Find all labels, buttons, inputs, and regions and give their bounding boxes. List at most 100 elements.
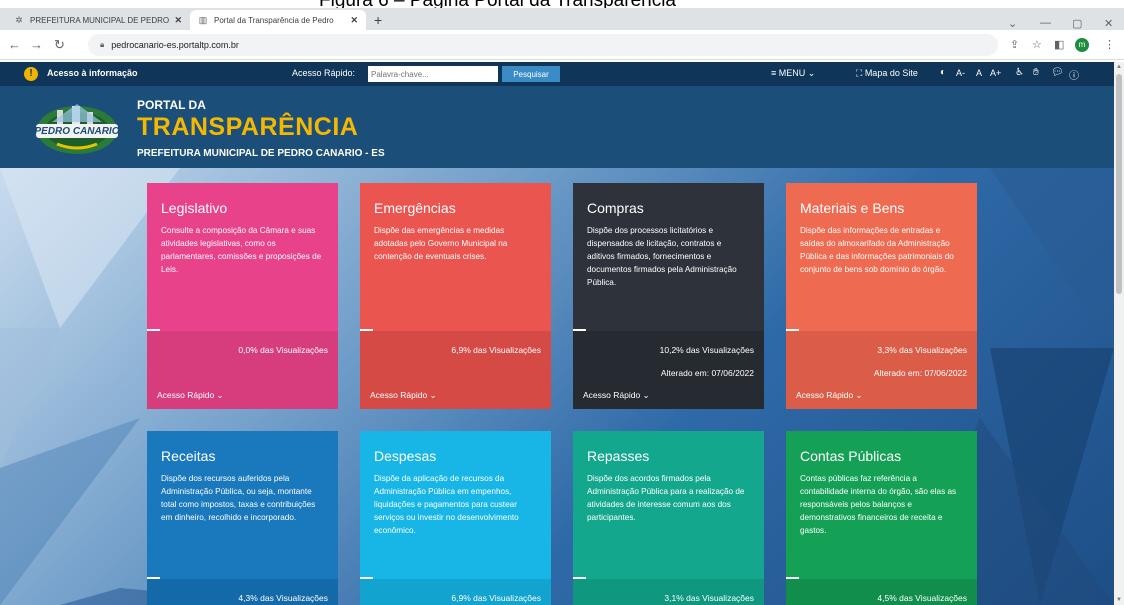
font-larger-button[interactable]: A+	[990, 68, 1001, 78]
tab-title: Portal da Transparência de Pedro	[214, 15, 334, 25]
reload-icon[interactable]: ↻	[54, 37, 65, 53]
card-bottom: 6,9% das Visualizações	[360, 577, 551, 605]
views-percentage: 6,9% das Visualizações	[451, 593, 541, 603]
card-title: Despesas	[374, 448, 437, 464]
card-contas-publicas[interactable]: Contas Públicas Contas públicas faz refe…	[786, 431, 977, 605]
restore-icon[interactable]: ▢	[1072, 17, 1082, 30]
forward-arrow-icon[interactable]: →	[30, 37, 43, 52]
card-repasses[interactable]: Repasses Dispõe dos acordos firmados pel…	[573, 431, 764, 605]
portal-header: PEDRO CANARIO PORTAL DA TRANSPARÊNCIA PR…	[0, 86, 1114, 168]
portal-da-label: PORTAL DA	[137, 98, 206, 112]
card-bottom: 3,1% das Visualizações	[573, 577, 764, 605]
card-description: Dispõe das emergências e medidas adotada…	[374, 226, 508, 261]
card-top: Materiais e Bens Dispõe das informações …	[786, 183, 977, 331]
lock-icon: 🔒︎	[100, 40, 105, 49]
card-materiais-e-bens[interactable]: Materiais e Bens Dispõe das informações …	[786, 183, 977, 409]
font-normal-button[interactable]: A	[976, 68, 982, 78]
gear-favicon-icon: ✲	[15, 15, 23, 25]
sign-language-icon[interactable]: ✋︎	[1033, 67, 1039, 78]
scrollbar-thumb[interactable]	[1116, 74, 1122, 294]
accessibility-icon[interactable]: ♿︎	[1015, 67, 1024, 78]
contrast-icon[interactable]: ◐	[940, 67, 946, 78]
sitemap-link[interactable]: ⛶ Mapa do Site	[856, 68, 918, 79]
card-title: Emergências	[374, 200, 456, 216]
quick-access-link[interactable]: Acesso Rápido ⌄	[157, 390, 224, 401]
help-info-icon[interactable]: ⓘ	[1069, 67, 1079, 82]
card-title: Compras	[587, 200, 644, 216]
views-percentage: 3,3% das Visualizações	[877, 345, 967, 355]
card-description: Consulte a composição da Câmara e suas a…	[161, 226, 322, 274]
card-divider-tick	[360, 577, 373, 579]
quick-access-link[interactable]: Acesso Rápido ⌄	[796, 390, 863, 401]
page-scrollbar[interactable]: ▲ ▼	[1114, 62, 1124, 605]
views-percentage: 3,1% das Visualizações	[664, 593, 754, 603]
keyword-search-input[interactable]	[368, 66, 498, 82]
altered-date: Alterado em: 07/06/2022	[873, 368, 967, 378]
search-button[interactable]: Pesquisar	[502, 66, 560, 82]
url-field[interactable]: 🔒︎ pedrocanario-es.portaltp.com.br	[88, 34, 998, 56]
card-top: Repasses Dispõe dos acordos firmados pel…	[573, 431, 764, 579]
card-description: Dispõe da aplicação de recursos da Admin…	[374, 474, 519, 535]
sitemap-label: Mapa do Site	[864, 68, 918, 78]
url-text: pedrocanario-es.portaltp.com.br	[111, 40, 239, 50]
minimize-icon[interactable]: —	[1040, 17, 1051, 29]
card-description: Dispõe dos processos licitatórios e disp…	[587, 226, 737, 287]
card-divider-tick	[573, 577, 586, 579]
close-icon[interactable]: ✕	[350, 15, 358, 26]
quick-access-link[interactable]: Acesso Rápido ⌄	[370, 390, 437, 401]
side-panel-icon[interactable]: ◧	[1054, 38, 1064, 51]
pedro-canario-logo[interactable]: PEDRO CANARIO	[32, 100, 122, 156]
card-top: Contas Públicas Contas públicas faz refe…	[786, 431, 977, 579]
font-smaller-button[interactable]: A-	[956, 68, 965, 78]
card-bottom: 0,0% das Visualizações Acesso Rápido ⌄	[147, 329, 338, 409]
close-icon[interactable]: ✕	[174, 15, 182, 26]
card-top: Despesas Dispõe da aplicação de recursos…	[360, 431, 551, 579]
browser-tab-portal[interactable]: ▥ Portal da Transparência de Pedro ✕	[190, 10, 366, 30]
transparencia-title: TRANSPARÊNCIA	[137, 113, 359, 141]
card-bottom: 4,3% das Visualizações	[147, 577, 338, 605]
card-title: Legislativo	[161, 200, 228, 216]
card-divider-tick	[573, 329, 586, 331]
sitemap-icon: ⛶	[856, 68, 865, 78]
views-percentage: 4,3% das Visualizações	[238, 593, 328, 603]
card-legislativo[interactable]: Legislativo Consulte a composição da Câm…	[147, 183, 338, 409]
views-percentage: 0,0% das Visualizações	[238, 345, 328, 355]
card-divider-tick	[147, 329, 160, 331]
access-information-link[interactable]: Acesso à informação	[47, 68, 138, 78]
card-description: Dispõe dos recursos auferidos pela Admin…	[161, 474, 316, 522]
browser-tab-prefeitura[interactable]: ✲ PREFEITURA MUNICIPAL DE PEDRO ✕	[6, 10, 190, 30]
card-top: Emergências Dispõe das emergências e med…	[360, 183, 551, 331]
svg-text:PEDRO CANARIO: PEDRO CANARIO	[34, 126, 119, 137]
card-bottom: 6,9% das Visualizações Acesso Rápido ⌄	[360, 329, 551, 409]
tab-search-chevron-icon[interactable]: ⌄	[1008, 17, 1017, 30]
chat-icon[interactable]: 💬︎	[1051, 67, 1064, 78]
card-top: Legislativo Consulte a composição da Câm…	[147, 183, 338, 331]
card-description: Contas públicas faz referência a contabi…	[800, 474, 957, 535]
card-emergencias[interactable]: Emergências Dispõe das emergências e med…	[360, 183, 551, 409]
card-despesas[interactable]: Despesas Dispõe da aplicação de recursos…	[360, 431, 551, 605]
card-divider-tick	[786, 329, 799, 331]
building-favicon-icon: ▥	[198, 15, 208, 25]
card-description: Dispõe dos acordos firmados pela Adminis…	[587, 474, 745, 522]
new-tab-button[interactable]: +	[374, 13, 382, 27]
card-compras[interactable]: Compras Dispõe dos processos licitatório…	[573, 183, 764, 409]
card-title: Materiais e Bens	[800, 200, 905, 216]
card-divider-tick	[786, 577, 799, 579]
browser-menu-icon[interactable]: ⋮	[1104, 38, 1115, 51]
card-bottom: 10,2% das Visualizações Alterado em: 07/…	[573, 329, 764, 409]
menu-button[interactable]: ≡ MENU ⌄	[771, 68, 815, 79]
address-bar-row: ← → ↻ 🔒︎ pedrocanario-es.portaltp.com.br…	[0, 30, 1124, 60]
card-top: Compras Dispõe dos processos licitatório…	[573, 183, 764, 331]
card-receitas[interactable]: Receitas Dispõe dos recursos auferidos p…	[147, 431, 338, 605]
quick-access-link[interactable]: Acesso Rápido ⌄	[583, 390, 650, 401]
bookmark-star-icon[interactable]: ☆	[1032, 38, 1042, 51]
back-arrow-icon[interactable]: ←	[8, 37, 21, 52]
window-close-icon[interactable]: ✕	[1104, 17, 1113, 30]
scroll-up-arrow-icon[interactable]: ▲	[1116, 64, 1122, 70]
share-icon[interactable]: ⇪	[1010, 38, 1019, 51]
figure-caption: Figura 6 – Página Portal da Transparênci…	[0, 0, 1124, 8]
scroll-down-arrow-icon[interactable]: ▼	[1116, 597, 1122, 603]
card-bottom: 4,5% das Visualizações	[786, 577, 977, 605]
tab-title: PREFEITURA MUNICIPAL DE PEDRO	[30, 15, 170, 25]
profile-avatar[interactable]: m	[1075, 38, 1089, 52]
